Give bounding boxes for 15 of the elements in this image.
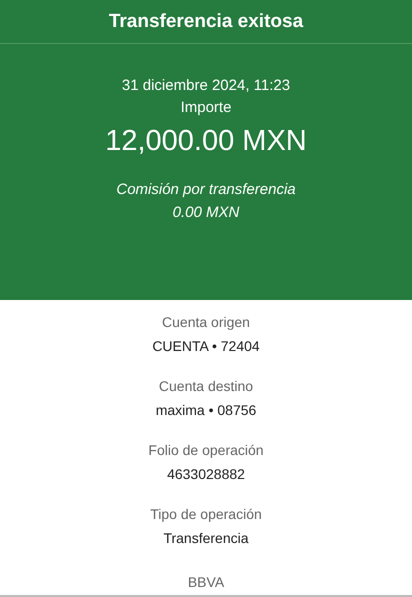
amount-value: 12,000.00 MXN xyxy=(105,125,307,158)
detail-value: Transferencia xyxy=(163,529,249,548)
detail-label: Cuenta origen xyxy=(162,313,250,332)
transfer-date: 31 diciembre 2024, 11:23 xyxy=(122,77,290,94)
fee-value: 0.00 MXN xyxy=(172,203,240,223)
bank-name: BBVA xyxy=(188,573,224,592)
detail-value: 4633028882 xyxy=(167,465,245,484)
detail-label: Cuenta destino xyxy=(158,377,254,396)
detail-value: maxima • 08756 xyxy=(156,401,256,420)
amount-label: Importe xyxy=(180,99,232,116)
detail-value: CUENTA • 72404 xyxy=(152,337,260,356)
detail-label: Folio de operación xyxy=(148,441,264,460)
page-title: Transferencia exitosa xyxy=(0,0,412,44)
detail-label: Tipo de operación xyxy=(150,505,262,524)
fee-label: Comisión por transferencia xyxy=(116,180,296,200)
